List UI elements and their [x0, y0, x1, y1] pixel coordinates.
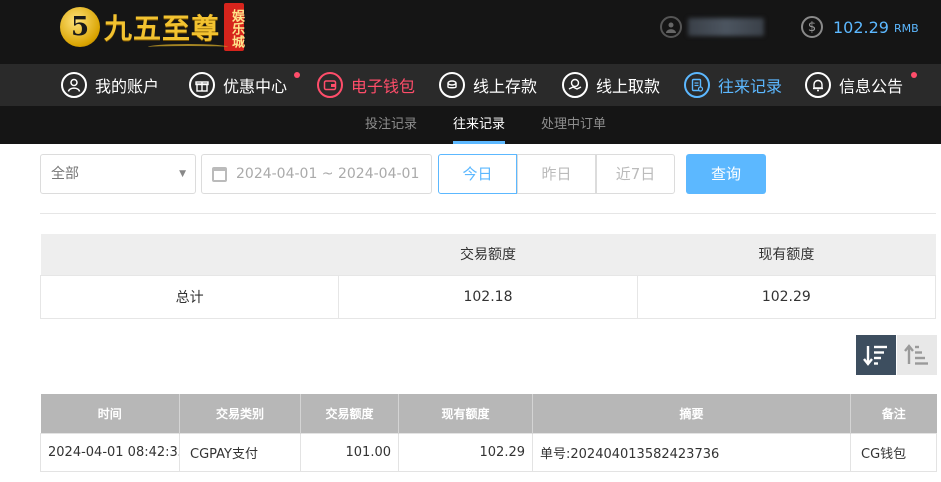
column-header-remark[interactable]: 备注 — [850, 394, 937, 433]
date-range-value: 2024-04-01 ~ 2024-04-01 — [236, 166, 420, 182]
subtab-pending-orders[interactable]: 处理中订单 — [541, 106, 606, 144]
subtab-bet-records[interactable]: 投注记录 — [365, 106, 417, 144]
nav-label: 电子钱包 — [351, 77, 416, 96]
query-button[interactable]: 查询 — [686, 154, 766, 194]
announcements-notification-dot — [911, 72, 917, 78]
nav-label: 往来记录 — [718, 77, 783, 96]
column-header-type[interactable]: 交易类别 — [179, 394, 301, 433]
cell-remark: CG钱包 — [850, 432, 937, 472]
username-redacted — [688, 18, 764, 36]
nav-label: 线上存款 — [473, 77, 538, 96]
sort-ascending-button[interactable] — [897, 335, 937, 375]
date-range-input[interactable]: 2024-04-01 ~ 2024-04-01 — [201, 154, 432, 194]
balance-display: $ 102.29 RMB — [801, 16, 919, 38]
balance-value: 102.29 — [833, 17, 889, 37]
sort-asc-icon — [904, 344, 928, 365]
wallet-icon — [317, 72, 343, 98]
bell-icon — [805, 72, 831, 98]
nav-transaction-records[interactable]: 往来记录 — [684, 64, 782, 106]
caret-down-icon: ▼ — [179, 169, 186, 179]
cell-time: 2024-04-01 08:42:35 — [40, 432, 180, 472]
column-header-balance[interactable]: 现有额度 — [398, 394, 533, 433]
logo-text: 九五至尊 — [104, 12, 221, 45]
nav-promotions[interactable]: 优惠中心 — [189, 64, 287, 106]
summary-row: 总计 102.18 102.29 — [39, 274, 937, 319]
nav-my-account[interactable]: 我的账户 — [61, 64, 159, 106]
summary-header-cell: 现有额度 — [637, 234, 936, 275]
summary-header-row: 交易额度 现有额度 — [40, 234, 936, 275]
transaction-records-table: 时间 交易类别 交易额度 现有额度 摘要 备注 2024-04-01 08:42… — [40, 394, 937, 472]
quick-7days-button[interactable]: 近7日 — [596, 154, 675, 194]
table-row: 2024-04-01 08:42:35 CGPAY支付 101.00 102.2… — [40, 432, 937, 472]
cell-balance: 102.29 — [398, 432, 533, 472]
dollar-icon: $ — [801, 16, 823, 38]
summary-transaction-amount: 102.18 — [338, 274, 638, 319]
promotions-notification-dot — [294, 72, 300, 78]
top-bar: 5 九五至尊 娱乐城 $ 102.29 RMB — [0, 0, 941, 64]
cell-amount: 101.00 — [300, 432, 399, 472]
withdraw-icon — [562, 72, 588, 98]
nav-label: 线上取款 — [596, 77, 661, 96]
nav-announcements[interactable]: 信息公告 — [805, 64, 903, 106]
cell-summary: 单号:202404013582423736 — [532, 432, 851, 472]
records-header-row: 时间 交易类别 交易额度 现有额度 摘要 备注 — [40, 394, 937, 433]
records-icon — [684, 72, 710, 98]
summary-current-balance: 102.29 — [636, 274, 937, 319]
logo-badge: 5 — [60, 7, 100, 47]
nav-label: 信息公告 — [839, 77, 904, 96]
subtab-transaction-records[interactable]: 往来记录 — [453, 106, 506, 144]
summary-header-cell: 交易额度 — [338, 234, 638, 275]
quick-today-button[interactable]: 今日 — [438, 154, 517, 194]
nav-online-withdraw[interactable]: 线上取款 — [562, 64, 660, 106]
column-header-amount[interactable]: 交易额度 — [300, 394, 399, 433]
balance-unit: RMB — [893, 22, 919, 35]
main-nav: 我的账户 优惠中心 电子钱包 线上存款 线上取款 往来记录 信息公告 — [0, 64, 941, 106]
nav-label: 优惠中心 — [223, 77, 288, 96]
nav-label: 我的账户 — [95, 77, 160, 96]
sort-desc-icon — [863, 345, 887, 366]
deposit-icon — [439, 72, 465, 98]
sub-nav: 投注记录 往来记录 处理中订单 — [0, 106, 941, 144]
gift-icon — [189, 72, 215, 98]
calendar-icon — [212, 167, 227, 182]
logo-ornament — [148, 44, 228, 50]
summary-table: 交易额度 现有额度 总计 102.18 102.29 — [39, 234, 937, 319]
nav-online-deposit[interactable]: 线上存款 — [439, 64, 537, 106]
select-value: 全部 — [51, 166, 79, 182]
column-header-summary[interactable]: 摘要 — [532, 394, 851, 433]
user-account[interactable] — [660, 16, 764, 38]
user-icon — [61, 72, 87, 98]
user-avatar-icon — [660, 16, 682, 38]
nav-e-wallet[interactable]: 电子钱包 — [317, 64, 415, 106]
column-header-time[interactable]: 时间 — [40, 394, 180, 433]
transaction-type-select[interactable]: 全部 ▼ — [40, 154, 196, 194]
summary-label: 总计 — [39, 274, 340, 319]
sort-descending-button[interactable] — [856, 335, 896, 375]
quick-yesterday-button[interactable]: 昨日 — [517, 154, 596, 194]
cell-type: CGPAY支付 — [179, 432, 301, 472]
divider — [40, 213, 936, 214]
logo-sub-text: 娱乐城 — [224, 3, 245, 51]
summary-header-cell — [40, 234, 339, 275]
